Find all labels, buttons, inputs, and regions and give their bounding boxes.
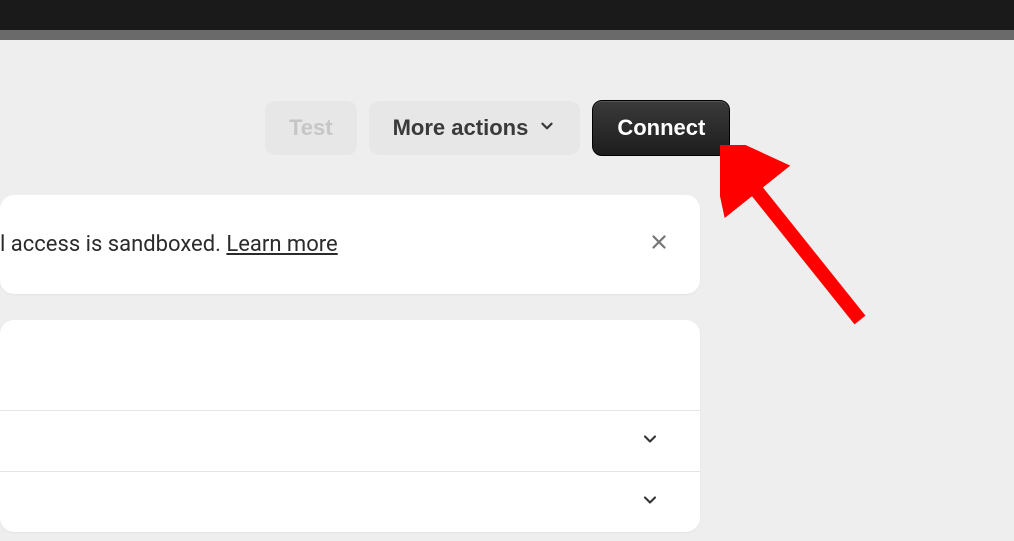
learn-more-link[interactable]: Learn more xyxy=(226,232,337,257)
collapsible-row[interactable] xyxy=(0,471,700,532)
settings-panel xyxy=(0,320,700,532)
window-sub-bar xyxy=(0,30,1014,40)
chevron-down-icon xyxy=(538,115,556,141)
more-actions-label: More actions xyxy=(393,115,529,141)
more-actions-button[interactable]: More actions xyxy=(369,101,581,155)
red-arrow-annotation xyxy=(720,145,900,345)
notice-text-fragment: l access is sandboxed. xyxy=(0,232,226,257)
chevron-down-icon xyxy=(640,490,660,514)
toolbar: Test More actions Connect xyxy=(0,40,1014,156)
chevron-down-icon xyxy=(640,429,660,453)
window-title-bar xyxy=(0,0,1014,30)
sandbox-notice: l access is sandboxed. Learn more xyxy=(0,195,700,294)
test-button[interactable]: Test xyxy=(265,101,357,155)
close-notice-button[interactable] xyxy=(642,223,676,266)
close-icon xyxy=(648,229,670,259)
notice-text: l access is sandboxed. Learn more xyxy=(0,232,338,257)
connect-button[interactable]: Connect xyxy=(592,100,730,156)
collapsible-row[interactable] xyxy=(0,410,700,471)
